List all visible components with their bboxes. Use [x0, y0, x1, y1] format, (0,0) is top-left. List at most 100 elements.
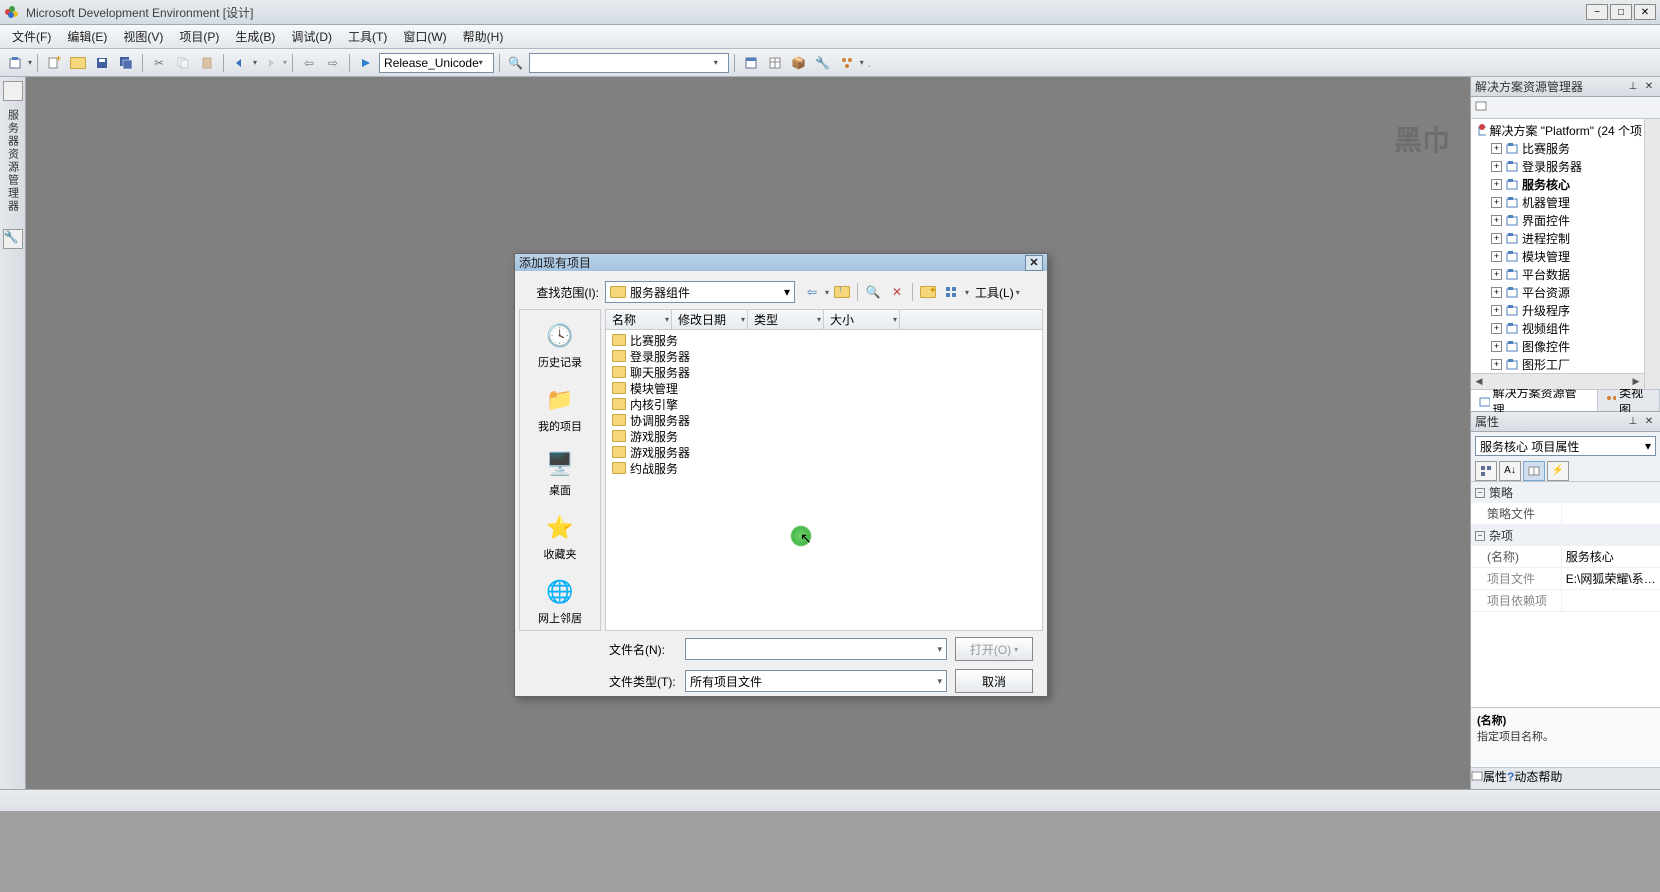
server-explorer-label[interactable]: 服务器资源管理器: [5, 105, 21, 217]
toolbox-rail-icon[interactable]: 🔧: [3, 229, 23, 249]
maximize-button[interactable]: □: [1610, 4, 1632, 20]
tree-node[interactable]: +图形工厂: [1473, 355, 1642, 373]
col-size[interactable]: 大小▾: [824, 310, 900, 329]
object-browser-button[interactable]: 📦: [788, 52, 810, 74]
list-item[interactable]: 协调服务器: [608, 412, 1040, 428]
menu-file[interactable]: 文件(F): [4, 25, 59, 48]
tree-node[interactable]: +平台资源: [1473, 283, 1642, 301]
search-button[interactable]: 🔍: [862, 281, 884, 303]
open-button[interactable]: [67, 52, 89, 74]
solution-tree[interactable]: 解决方案 "Platform" (24 个项 +比赛服务+登录服务器+服务核心+…: [1471, 119, 1660, 389]
menu-debug[interactable]: 调试(D): [283, 25, 340, 48]
vscrollbar[interactable]: [1644, 119, 1660, 389]
tree-node[interactable]: +机器管理: [1473, 193, 1642, 211]
refresh-button[interactable]: [1475, 99, 1495, 117]
tree-node[interactable]: +视频组件: [1473, 319, 1642, 337]
property-row[interactable]: 策略文件: [1471, 503, 1660, 525]
file-list[interactable]: 比赛服务 登录服务器 聊天服务器 模块管理 内核引擎 协调服务器 游戏服务 游戏…: [606, 330, 1042, 630]
open-button[interactable]: 打开(O)▾: [955, 637, 1033, 661]
undo-button[interactable]: [229, 52, 251, 74]
nav-fwd-button[interactable]: ⇨: [322, 52, 344, 74]
col-type[interactable]: 类型▾: [748, 310, 824, 329]
add-item-button[interactable]: +: [43, 52, 65, 74]
property-row[interactable]: 项目依赖项: [1471, 590, 1660, 612]
tree-node[interactable]: +界面控件: [1473, 211, 1642, 229]
menu-view[interactable]: 视图(V): [115, 25, 171, 48]
property-row[interactable]: 项目文件E:\网狐荣耀\系统模: [1471, 568, 1660, 590]
expander-icon[interactable]: +: [1491, 359, 1502, 370]
tree-node[interactable]: +比赛服务: [1473, 139, 1642, 157]
tab-solution-explorer[interactable]: 解决方案资源管理…: [1471, 390, 1598, 411]
menu-edit[interactable]: 编辑(E): [59, 25, 115, 48]
tab-dynamic-help[interactable]: ?动态帮助: [1507, 768, 1562, 789]
events-button[interactable]: ⚡: [1547, 461, 1569, 481]
save-all-button[interactable]: [115, 52, 137, 74]
place-favorites[interactable]: ⭐收藏夹: [525, 508, 595, 566]
list-item[interactable]: 聊天服务器: [608, 364, 1040, 380]
property-row[interactable]: (名称)服务核心: [1471, 546, 1660, 568]
col-date[interactable]: 修改日期▾: [672, 310, 748, 329]
copy-button[interactable]: [172, 52, 194, 74]
place-desktop[interactable]: 🖥️桌面: [525, 444, 595, 502]
properties-grid[interactable]: −策略 策略文件 −杂项 (名称)服务核心 项目文件E:\网狐荣耀\系统模 项目…: [1471, 482, 1660, 707]
category-row[interactable]: −杂项: [1471, 525, 1660, 546]
expander-icon[interactable]: +: [1491, 269, 1502, 280]
find-combo[interactable]: ▾: [529, 53, 729, 73]
col-name[interactable]: 名称▾: [606, 310, 672, 329]
expander-icon[interactable]: +: [1491, 161, 1502, 172]
cut-button[interactable]: ✂: [148, 52, 170, 74]
new-project-button[interactable]: [4, 52, 26, 74]
minimize-button[interactable]: −: [1586, 4, 1608, 20]
expander-icon[interactable]: +: [1491, 305, 1502, 316]
dialog-close-button[interactable]: ✕: [1025, 255, 1043, 271]
hscrollbar[interactable]: ◀▶: [1471, 373, 1644, 389]
close-button[interactable]: ✕: [1634, 4, 1656, 20]
place-history[interactable]: 🕓历史记录: [525, 316, 595, 374]
pin-icon[interactable]: ⊥: [1626, 415, 1640, 429]
tree-node[interactable]: +服务核心: [1473, 175, 1642, 193]
dialog-titlebar[interactable]: 添加现有项目 ✕: [515, 254, 1047, 271]
tools-dropdown[interactable]: 工具(L) ▾: [971, 284, 1024, 301]
tree-node[interactable]: +登录服务器: [1473, 157, 1642, 175]
expander-icon[interactable]: +: [1491, 197, 1502, 208]
redo-button[interactable]: [259, 52, 281, 74]
delete-button[interactable]: ✕: [886, 281, 908, 303]
toolbox-button[interactable]: 🔧: [812, 52, 834, 74]
tab-class-view[interactable]: 类视图: [1598, 390, 1660, 411]
expander-icon[interactable]: +: [1491, 233, 1502, 244]
category-row[interactable]: −策略: [1471, 482, 1660, 503]
place-myprojects[interactable]: 📁我的项目: [525, 380, 595, 438]
solution-root[interactable]: 解决方案 "Platform" (24 个项: [1473, 121, 1642, 139]
expander-icon[interactable]: +: [1491, 143, 1502, 154]
filename-input[interactable]: ▾: [685, 638, 947, 660]
expander-icon[interactable]: +: [1491, 287, 1502, 298]
tree-node[interactable]: +模块管理: [1473, 247, 1642, 265]
class-view-button[interactable]: [836, 52, 858, 74]
menu-window[interactable]: 窗口(W): [395, 25, 454, 48]
config-combo[interactable]: Release_Unicode ▾: [379, 53, 494, 73]
find-in-files-button[interactable]: 🔍: [505, 52, 527, 74]
expander-icon[interactable]: +: [1491, 341, 1502, 352]
properties-button[interactable]: [1523, 461, 1545, 481]
back-button[interactable]: ⇦: [801, 281, 823, 303]
expander-icon[interactable]: +: [1491, 215, 1502, 226]
menu-build[interactable]: 生成(B): [227, 25, 283, 48]
list-item[interactable]: 内核引擎: [608, 396, 1040, 412]
tree-node[interactable]: +图像控件: [1473, 337, 1642, 355]
start-debug-button[interactable]: [355, 52, 377, 74]
categorized-button[interactable]: [1475, 461, 1497, 481]
views-button[interactable]: [941, 281, 963, 303]
pin-icon[interactable]: ⊥: [1626, 80, 1640, 94]
list-item[interactable]: 约战服务: [608, 460, 1040, 476]
tree-node[interactable]: +平台数据: [1473, 265, 1642, 283]
server-explorer-icon[interactable]: [3, 81, 23, 101]
lookin-combo[interactable]: 服务器组件 ▾: [605, 281, 795, 303]
tree-node[interactable]: +进程控制: [1473, 229, 1642, 247]
filetype-combo[interactable]: 所有项目文件▾: [685, 670, 947, 692]
up-button[interactable]: ↑: [831, 281, 853, 303]
panel-close-icon[interactable]: ✕: [1642, 80, 1656, 94]
nav-back-button[interactable]: ⇦: [298, 52, 320, 74]
save-button[interactable]: [91, 52, 113, 74]
list-item[interactable]: 模块管理: [608, 380, 1040, 396]
place-network[interactable]: 🌐网上邻居: [525, 572, 595, 630]
